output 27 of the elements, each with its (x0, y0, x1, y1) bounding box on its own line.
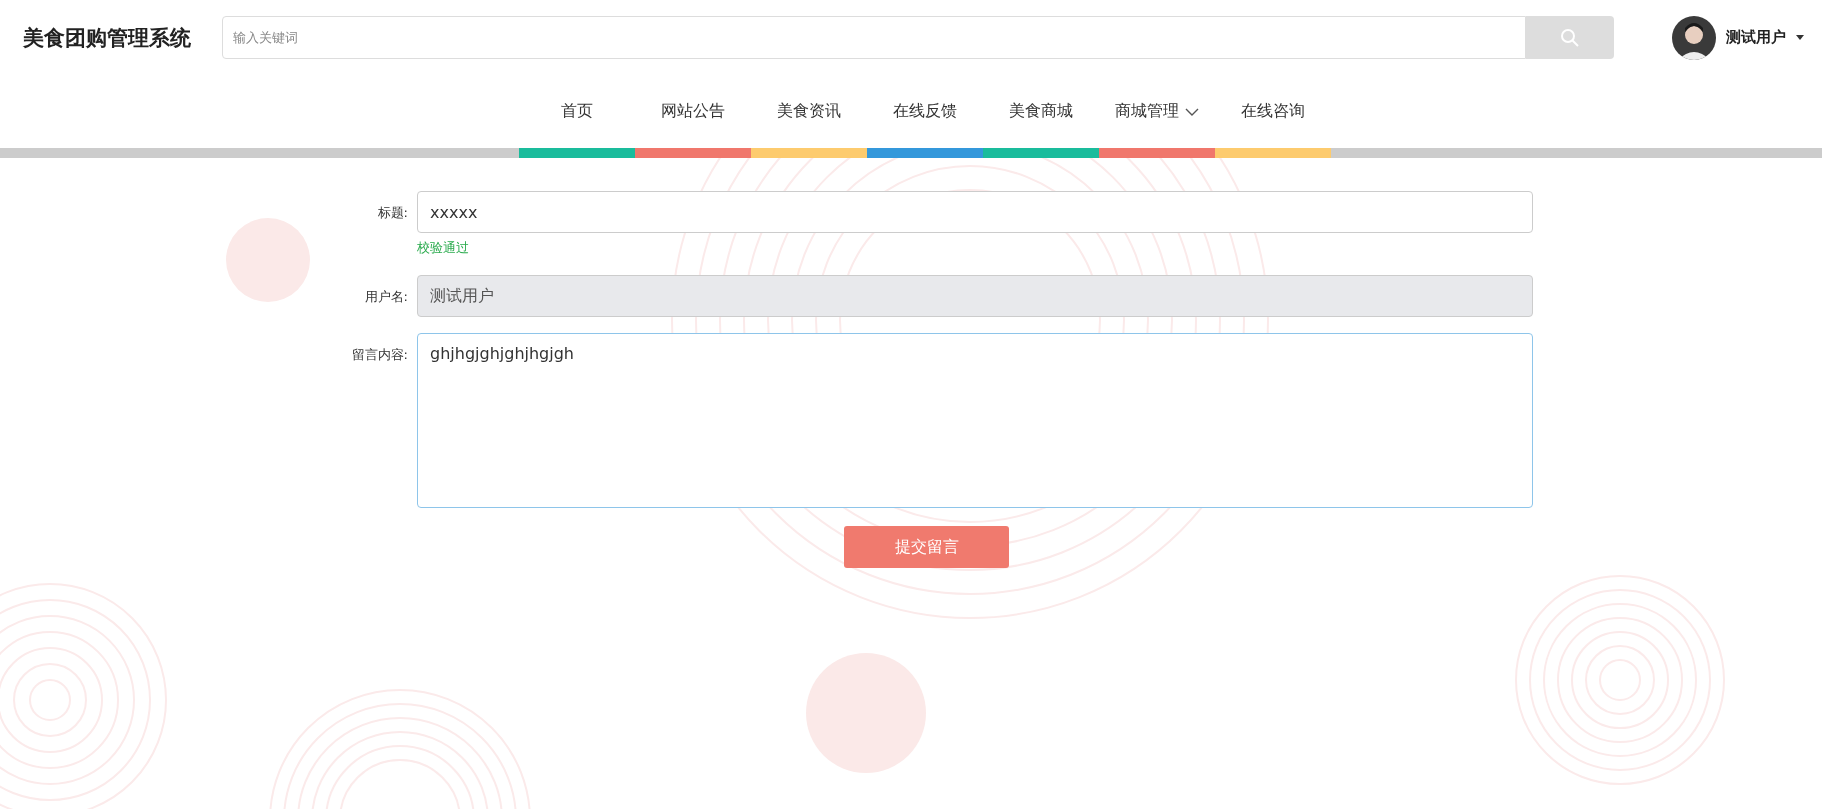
avatar[interactable] (1672, 15, 1716, 60)
site-title: 美食团购管理系统 (23, 24, 192, 52)
nav-item[interactable]: 首页 (519, 75, 635, 158)
nav-item[interactable]: 美食商城 (983, 75, 1099, 158)
nav-item[interactable]: 在线咨询 (1215, 75, 1331, 158)
caret-icon[interactable] (1796, 35, 1804, 40)
field-label: 留言内容: (350, 346, 409, 364)
nav-item[interactable]: 商城管理 (1099, 75, 1215, 158)
nav-label[interactable]: 商城管理 (1115, 75, 1199, 148)
nav-item[interactable]: 美食资讯 (751, 75, 867, 158)
nav-item[interactable]: 在线反馈 (867, 75, 983, 158)
message-field[interactable]: ghjhgjghjghjhgjgh (417, 333, 1533, 508)
field-label: 用户名: (363, 288, 409, 306)
nav-label[interactable]: 网站公告 (661, 75, 725, 148)
nav-label[interactable]: 首页 (561, 75, 593, 148)
field-label: 标题: (376, 204, 409, 222)
title-field[interactable]: xxxxx (417, 191, 1533, 233)
user-name[interactable]: 测试用户 (1726, 28, 1786, 47)
nav-label[interactable]: 美食商城 (1009, 75, 1073, 148)
nav-label[interactable]: 美食资讯 (777, 75, 841, 148)
nav-label[interactable]: 在线反馈 (893, 75, 957, 148)
search-icon (1560, 27, 1580, 48)
chevron-down-icon (1185, 107, 1199, 116)
nav-label[interactable]: 在线咨询 (1241, 75, 1305, 148)
nav-item[interactable]: 网站公告 (635, 75, 751, 158)
validation-message: 校验通过 (417, 239, 470, 257)
search-field[interactable]: 输入关键词 (222, 16, 1526, 59)
